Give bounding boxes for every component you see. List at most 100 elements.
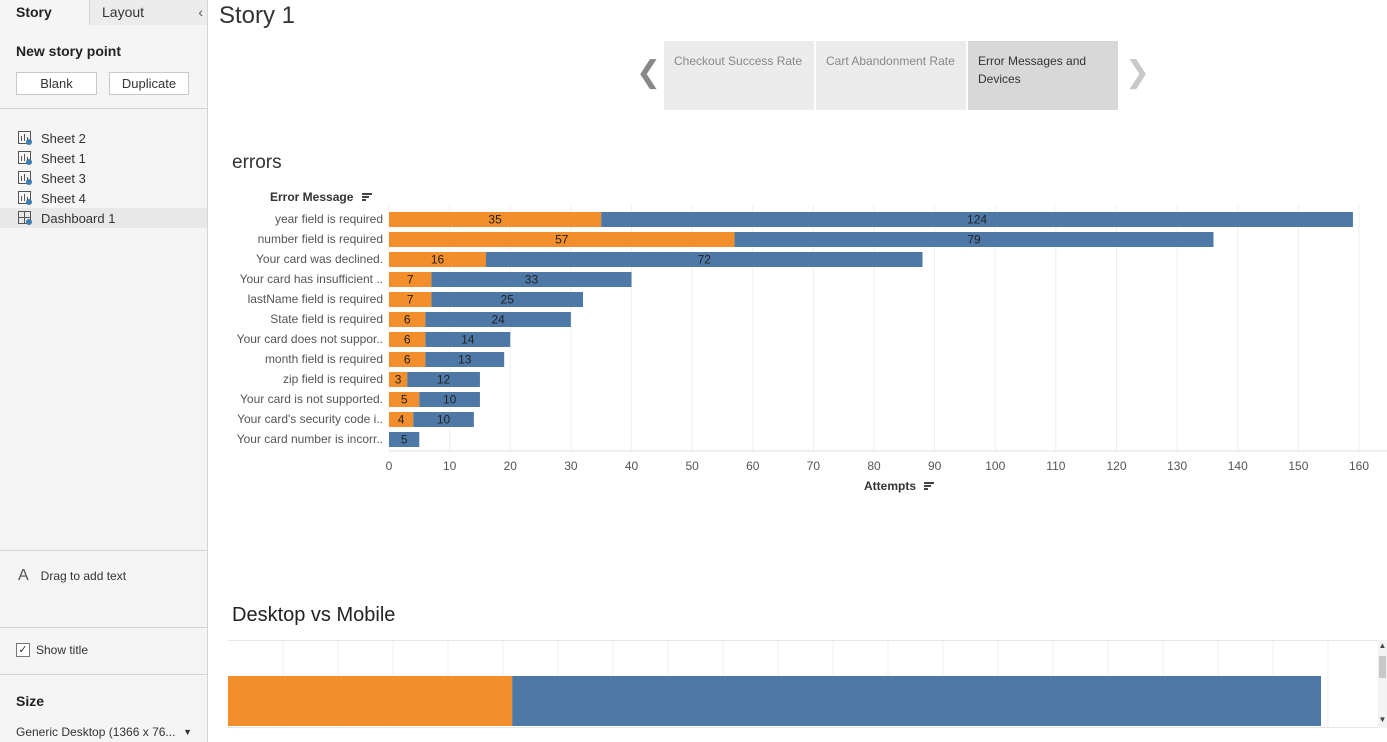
bar-value-label: 10 bbox=[437, 413, 451, 427]
bar-value-label: 7 bbox=[407, 293, 414, 307]
previous-story-point-icon[interactable]: ❮ bbox=[636, 58, 661, 88]
bar-value-label: 5 bbox=[401, 393, 408, 407]
dashboard-icon bbox=[18, 211, 32, 225]
divider bbox=[0, 550, 207, 551]
x-axis-title-label: Attempts bbox=[864, 479, 917, 493]
bar-value-label: 12 bbox=[437, 373, 451, 387]
bar-value-label: 6 bbox=[404, 333, 411, 347]
sheet-item-label: Dashboard 1 bbox=[41, 210, 116, 226]
x-tick-label: 160 bbox=[1349, 459, 1369, 473]
x-tick-label: 10 bbox=[443, 459, 457, 473]
bar-value-label: 25 bbox=[501, 293, 515, 307]
story-canvas: Story 1 ❮ Checkout Success Rate Cart Aba… bbox=[209, 0, 1387, 742]
checkbox-checked-icon[interactable]: ✓ bbox=[16, 643, 30, 657]
row-label[interactable]: month field is required bbox=[265, 352, 383, 366]
tab-layout-label: Layout bbox=[102, 4, 145, 20]
row-label[interactable]: Your card's security code i.. bbox=[237, 412, 383, 426]
row-label[interactable]: zip field is required bbox=[283, 372, 383, 386]
text-object-icon: A bbox=[18, 567, 29, 584]
blank-button[interactable]: Blank bbox=[16, 72, 97, 95]
bar-segment-blue[interactable] bbox=[512, 676, 1321, 726]
sheet-item-label: Sheet 4 bbox=[41, 190, 86, 206]
bar-value-label: 33 bbox=[525, 273, 539, 287]
bar-value-label: 6 bbox=[404, 313, 411, 327]
tab-layout[interactable]: Layout ‹ bbox=[90, 0, 207, 25]
row-label[interactable]: Your card is not supported. bbox=[240, 392, 383, 406]
drag-to-add-text[interactable]: A Drag to add text bbox=[18, 567, 126, 585]
scroll-up-icon[interactable]: ▲ bbox=[1378, 641, 1387, 650]
vertical-scrollbar[interactable]: ▲ ▼ bbox=[1378, 640, 1387, 728]
x-tick-label: 20 bbox=[504, 459, 518, 473]
worksheet-icon bbox=[18, 151, 32, 165]
x-axis-title[interactable]: Attempts bbox=[864, 479, 935, 493]
story-point-error-messages-and-devices[interactable]: Error Messages and Devices bbox=[968, 41, 1118, 110]
story-title[interactable]: Story 1 bbox=[219, 2, 295, 30]
sheet-list: Sheet 2 Sheet 1 Sheet 3 Sheet 4 Dashboard 1 bbox=[0, 128, 207, 228]
collapse-sidebar-icon[interactable]: ‹ bbox=[198, 0, 203, 25]
x-tick-label: 60 bbox=[746, 459, 760, 473]
sheet-item-label: Sheet 1 bbox=[41, 150, 86, 166]
bar-value-label: 79 bbox=[967, 233, 981, 247]
divider bbox=[0, 674, 207, 675]
sort-icon[interactable] bbox=[361, 193, 372, 202]
x-tick-label: 50 bbox=[685, 459, 699, 473]
show-title-checkbox[interactable]: ✓ Show title bbox=[16, 643, 88, 657]
worksheet-icon bbox=[18, 171, 32, 185]
x-tick-label: 130 bbox=[1167, 459, 1187, 473]
bar-value-label: 6 bbox=[404, 353, 411, 367]
row-label[interactable]: lastName field is required bbox=[248, 292, 383, 306]
sheet-item-label: Sheet 3 bbox=[41, 170, 86, 186]
bar-segment-orange[interactable] bbox=[228, 676, 513, 726]
sheet-item[interactable]: Sheet 2 bbox=[0, 128, 207, 148]
errors-chart-svg: 0 10 20 30 40 50 60 70 80 90 100 110 120 130 140 150 160… bbox=[237, 205, 1387, 473]
sort-icon[interactable] bbox=[924, 482, 935, 491]
worksheet-icon bbox=[18, 191, 32, 205]
sheet-item[interactable]: Sheet 3 bbox=[0, 168, 207, 188]
errors-sheet-title: errors bbox=[232, 152, 282, 173]
scroll-down-icon[interactable]: ▼ bbox=[1378, 715, 1387, 724]
new-story-point-heading: New story point bbox=[16, 43, 122, 59]
row-label[interactable]: number field is required bbox=[258, 232, 383, 246]
bar-value-label: 24 bbox=[491, 313, 505, 327]
row-label[interactable]: Your card number is incorr.. bbox=[237, 432, 383, 446]
row-header-label: Error Message bbox=[270, 190, 354, 204]
duplicate-button[interactable]: Duplicate bbox=[109, 72, 189, 95]
desktop-vs-mobile-svg bbox=[228, 640, 1378, 728]
bar-value-label: 35 bbox=[488, 213, 502, 227]
x-tick-label: 40 bbox=[625, 459, 639, 473]
drag-text-label: Drag to add text bbox=[40, 569, 127, 583]
x-tick-label: 30 bbox=[564, 459, 578, 473]
row-header-error-message[interactable]: Error Message bbox=[270, 190, 372, 204]
show-title-label: Show title bbox=[36, 643, 89, 657]
row-label[interactable]: Your card has insufficient .. bbox=[240, 272, 383, 286]
x-tick-label: 140 bbox=[1228, 459, 1248, 473]
sheet-item[interactable]: Sheet 4 bbox=[0, 188, 207, 208]
x-tick-label: 120 bbox=[1106, 459, 1126, 473]
row-label[interactable]: year field is required bbox=[275, 212, 383, 226]
tab-story[interactable]: Story bbox=[0, 0, 90, 25]
scrollbar-thumb[interactable] bbox=[1379, 656, 1386, 678]
bar-value-label: 72 bbox=[698, 253, 712, 267]
x-tick-label: 90 bbox=[928, 459, 942, 473]
row-label[interactable]: Your card was declined. bbox=[256, 252, 383, 266]
bar-value-label: 124 bbox=[967, 213, 987, 227]
worksheet-icon bbox=[18, 131, 32, 145]
sidebar-tabs: Story Layout ‹ bbox=[0, 0, 207, 25]
x-tick-label: 110 bbox=[1046, 459, 1065, 473]
desktop-vs-mobile-chart bbox=[228, 640, 1387, 742]
x-tick-label: 0 bbox=[386, 459, 393, 473]
sheet-item[interactable]: Dashboard 1 bbox=[0, 208, 207, 228]
x-tick-label: 80 bbox=[867, 459, 881, 473]
x-tick-label: 70 bbox=[807, 459, 821, 473]
story-point-checkout-success-rate[interactable]: Checkout Success Rate bbox=[664, 41, 814, 110]
row-label[interactable]: Your card does not suppor.. bbox=[237, 332, 383, 346]
row-label[interactable]: State field is required bbox=[270, 312, 383, 326]
story-point-cart-abandonment-rate[interactable]: Cart Abandonment Rate bbox=[816, 41, 966, 110]
size-dropdown[interactable]: Generic Desktop (1366 x 76... ▼ bbox=[16, 725, 192, 739]
next-story-point-icon[interactable]: ❯ bbox=[1125, 58, 1150, 88]
sheet-item[interactable]: Sheet 1 bbox=[0, 148, 207, 168]
bar-value-label: 13 bbox=[458, 353, 472, 367]
divider bbox=[0, 108, 207, 109]
x-tick-label: 150 bbox=[1288, 459, 1308, 473]
size-heading: Size bbox=[16, 693, 45, 709]
